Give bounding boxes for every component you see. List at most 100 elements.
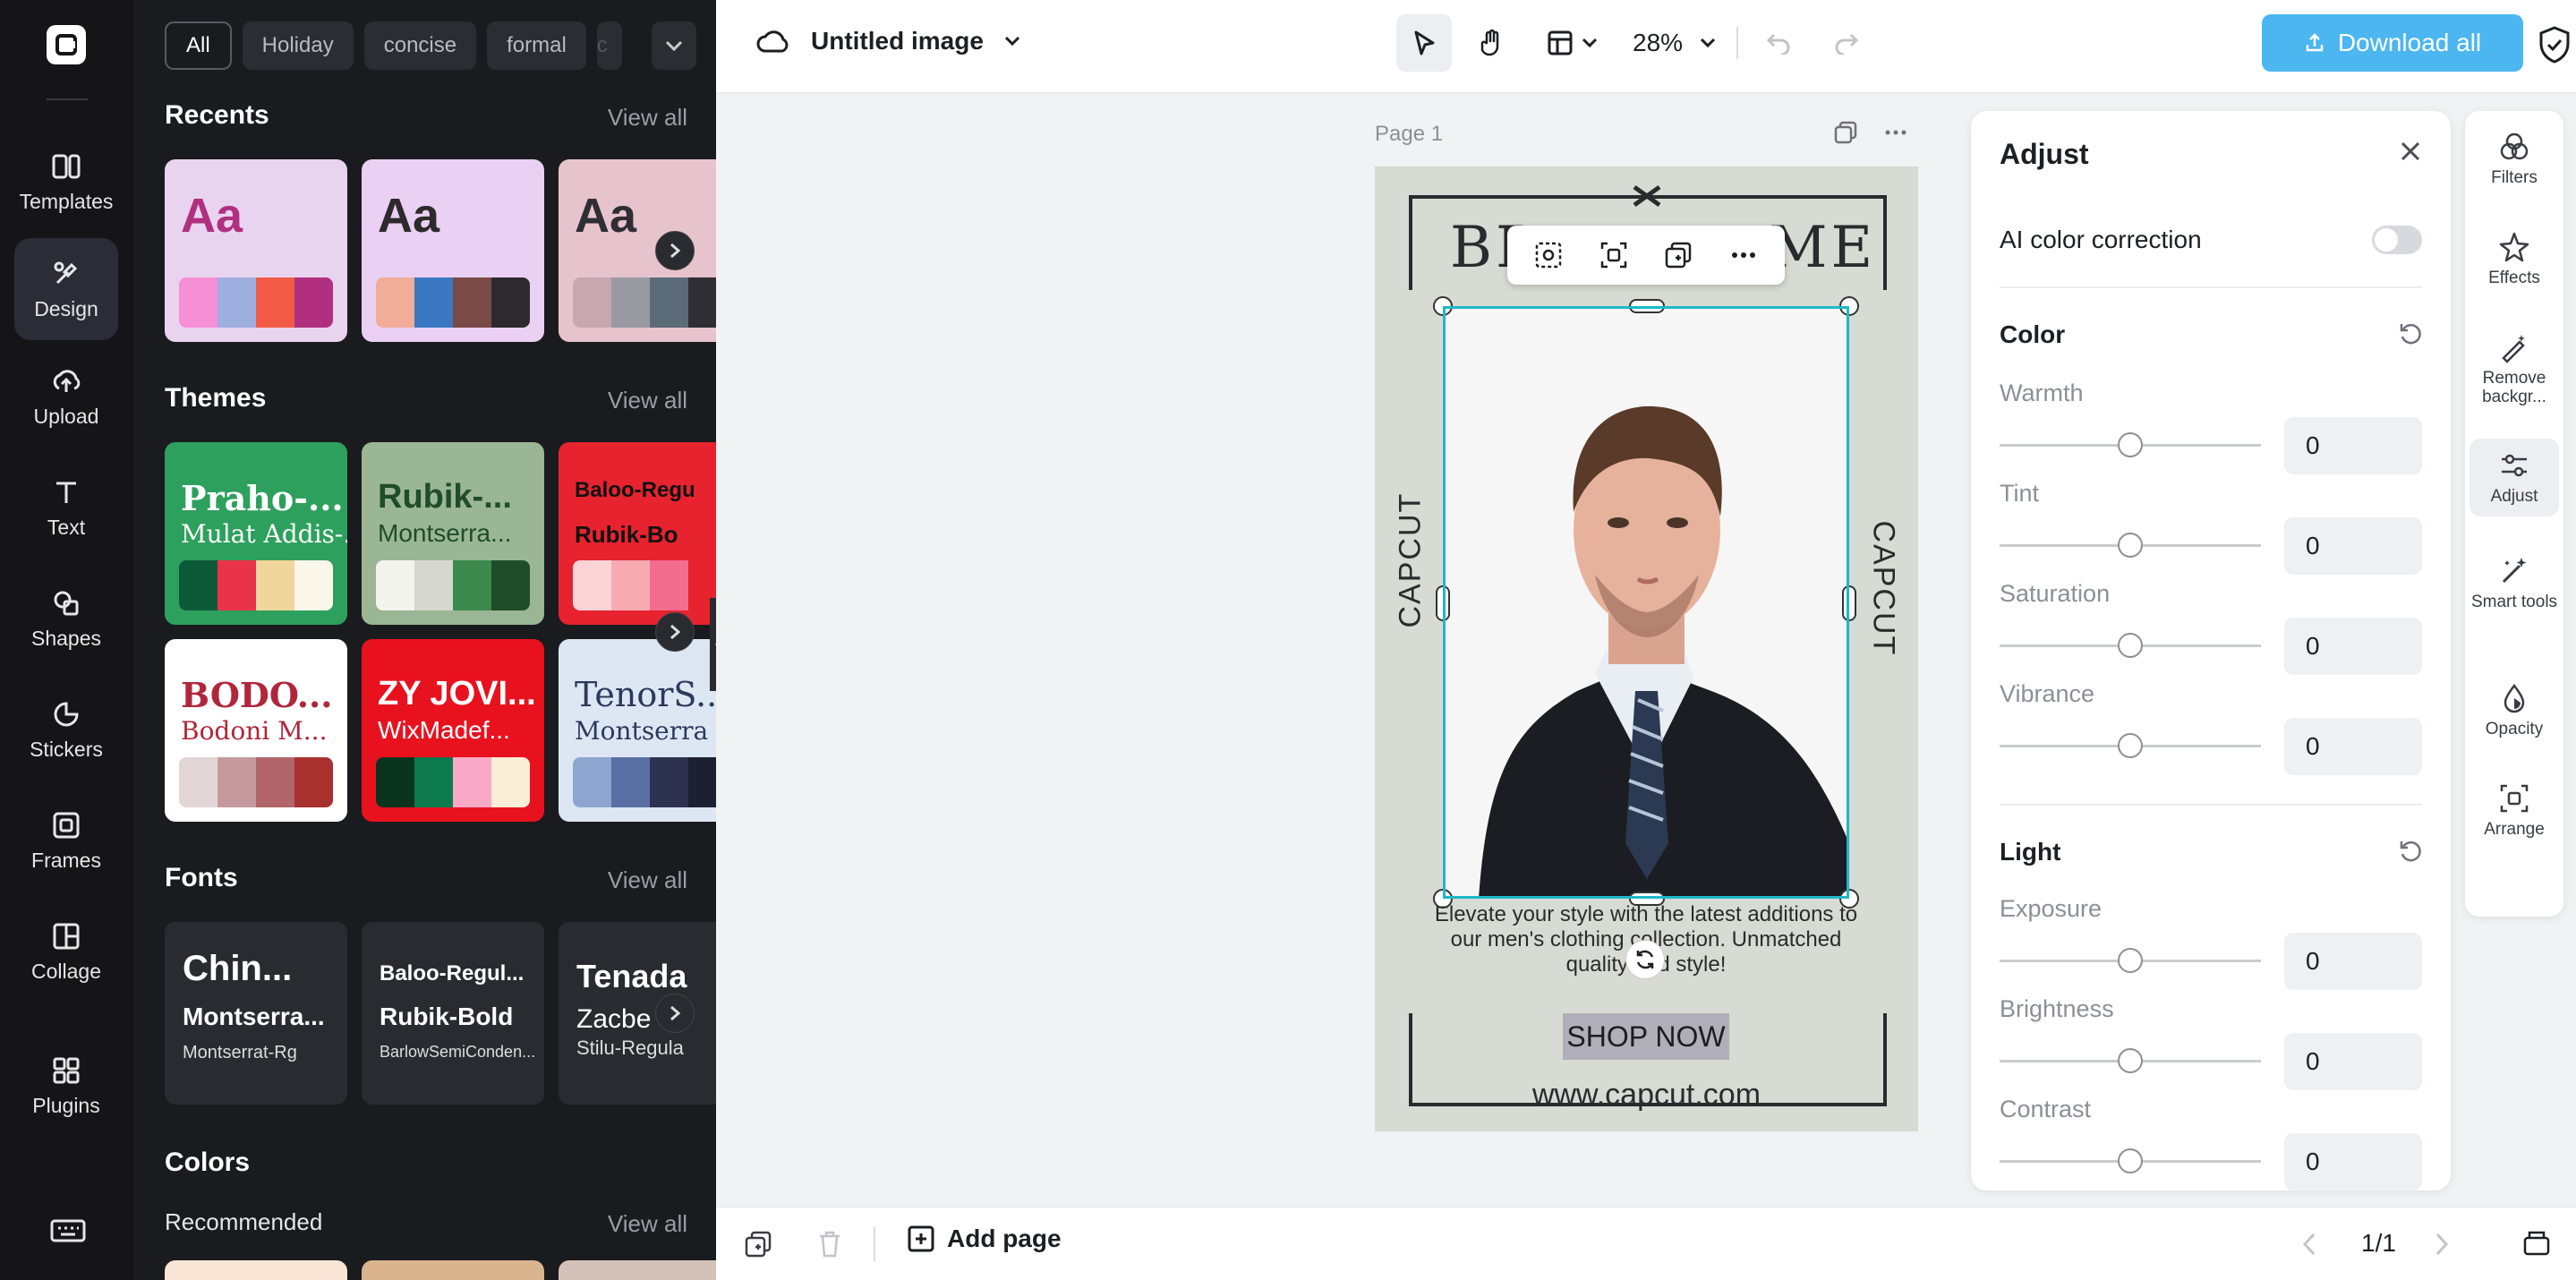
chips-dropdown-button[interactable] xyxy=(652,21,696,70)
recents-next-button[interactable] xyxy=(655,231,695,270)
fonts-next-button[interactable] xyxy=(655,994,695,1033)
recommended-color-card[interactable] xyxy=(165,1260,347,1280)
keyboard-icon[interactable] xyxy=(50,1217,86,1244)
design-page[interactable]: BR ME CAPCUT CAPCUT Elevate your style w… xyxy=(1375,166,1918,1131)
shop-now-text[interactable]: SHOP NOW xyxy=(1563,1013,1729,1060)
themes-view-all[interactable]: View all xyxy=(608,387,687,414)
slider-knob[interactable] xyxy=(2118,733,2143,758)
chip-formal[interactable]: formal xyxy=(487,21,586,70)
slider-value-input[interactable]: 0 xyxy=(2284,1033,2422,1090)
fonts-view-all[interactable]: View all xyxy=(608,866,687,894)
rail-item-shapes[interactable]: Shapes xyxy=(14,567,118,670)
tool-smart-tools[interactable]: Smart tools xyxy=(2469,555,2559,611)
theme-card[interactable]: Praho-...Mulat Addis-... xyxy=(165,442,347,625)
reset-icon[interactable] xyxy=(2397,838,2424,865)
tool-effects[interactable]: Effects xyxy=(2469,231,2559,287)
themes-next-button[interactable] xyxy=(655,612,695,652)
colors-view-all[interactable]: View all xyxy=(608,1210,687,1238)
theme-card[interactable]: Baloo-Regu Rubik-Bo xyxy=(559,442,716,625)
close-icon[interactable] xyxy=(2397,138,2424,165)
trash-icon[interactable] xyxy=(816,1229,843,1259)
more-options-icon[interactable] xyxy=(1728,240,1759,270)
page-manager-icon[interactable] xyxy=(2521,1227,2553,1259)
slider-knob[interactable] xyxy=(2118,533,2143,558)
rail-item-stickers[interactable]: Stickers xyxy=(14,678,118,781)
slider-value-input[interactable]: 0 xyxy=(2284,517,2422,575)
chevron-down-icon[interactable] xyxy=(1003,35,1021,47)
tool-opacity[interactable]: Opacity xyxy=(2469,682,2559,738)
font-card[interactable]: Baloo-Regul... Rubik-Bold BarlowSemiCond… xyxy=(362,922,544,1105)
recent-style-card[interactable]: Aa xyxy=(362,159,544,342)
duplicate-page-icon[interactable] xyxy=(1833,120,1858,145)
slider-value-input[interactable]: 0 xyxy=(2284,718,2422,775)
slider-knob[interactable] xyxy=(2118,1048,2143,1073)
rail-item-design[interactable]: Design xyxy=(14,238,118,340)
side-text-left[interactable]: CAPCUT xyxy=(1394,492,1429,628)
ai-color-correction-toggle[interactable] xyxy=(2372,226,2422,254)
theme-card[interactable]: Rubik-... Montserra... xyxy=(362,442,544,625)
chip-more[interactable]: c xyxy=(596,21,622,70)
slider-knob[interactable] xyxy=(2118,633,2143,658)
recommended-color-card[interactable] xyxy=(362,1260,544,1280)
recent-style-card[interactable]: Aa xyxy=(165,159,347,342)
tool-adjust[interactable]: Adjust xyxy=(2469,439,2559,516)
shield-icon[interactable] xyxy=(2537,25,2572,64)
reset-icon[interactable] xyxy=(2397,320,2424,347)
chip-all[interactable]: All xyxy=(165,21,232,70)
resize-handle-left[interactable] xyxy=(1436,585,1450,621)
slider-knob[interactable] xyxy=(2118,948,2143,973)
more-icon[interactable] xyxy=(1883,120,1908,145)
resize-handle-right[interactable] xyxy=(1842,585,1856,621)
next-page-icon[interactable] xyxy=(2433,1231,2451,1258)
capcut-logo-icon[interactable] xyxy=(47,25,86,64)
website-url-text[interactable]: www.capcut.com xyxy=(1375,1078,1918,1113)
brand-title-right[interactable]: ME xyxy=(1769,215,1876,281)
redo-button[interactable] xyxy=(1819,14,1874,72)
chip-holiday[interactable]: Holiday xyxy=(242,21,354,70)
model-photo[interactable] xyxy=(1443,306,1849,899)
rail-item-text[interactable]: Text xyxy=(14,457,118,559)
adjust-panel: Adjust AI color correction Color Warmth 0… xyxy=(1971,111,2451,1190)
slider-value-input[interactable]: 0 xyxy=(2284,417,2422,474)
layout-dropdown-button[interactable] xyxy=(1532,14,1613,72)
tool-arrange[interactable]: Arrange xyxy=(2469,782,2559,839)
zoom-dropdown[interactable]: 28% xyxy=(1625,29,1724,57)
previous-page-icon[interactable] xyxy=(2300,1231,2318,1258)
recommended-color-card[interactable] xyxy=(559,1260,716,1280)
tool-filters[interactable]: Filters xyxy=(2469,131,2559,187)
resize-handle-top-right[interactable] xyxy=(1839,296,1859,316)
slider-value-input[interactable]: 0 xyxy=(2284,933,2422,990)
slider-value-input[interactable]: 0 xyxy=(2284,618,2422,675)
tool-label: Effects xyxy=(2488,269,2540,287)
rotate-handle[interactable] xyxy=(1625,940,1665,979)
rail-item-upload[interactable]: Upload xyxy=(14,346,118,448)
rail-item-templates[interactable]: Templates xyxy=(14,131,118,233)
cloud-sync-icon[interactable] xyxy=(755,28,791,55)
undo-button[interactable] xyxy=(1751,14,1806,72)
duplicate-icon[interactable] xyxy=(1663,240,1693,270)
recents-view-all[interactable]: View all xyxy=(608,104,687,132)
resize-handle-top[interactable] xyxy=(1629,299,1665,313)
slider-value-input[interactable]: 0 xyxy=(2284,1133,2422,1190)
rail-item-frames[interactable]: Frames xyxy=(14,789,118,892)
add-page-button[interactable]: Add page xyxy=(906,1224,1062,1254)
theme-card[interactable]: TenorS... Montserra xyxy=(559,639,716,822)
select-tool-button[interactable] xyxy=(1396,14,1452,72)
theme-card[interactable]: ZY JOVI... WixMadef... xyxy=(362,639,544,822)
add-layer-icon[interactable] xyxy=(743,1229,773,1259)
chip-concise[interactable]: concise xyxy=(363,21,477,70)
download-all-button[interactable]: Download all xyxy=(2262,14,2523,72)
rail-item-collage[interactable]: Collage xyxy=(14,900,118,1003)
font-card[interactable]: Chin... Montserra... Montserrat-Rg xyxy=(165,922,347,1105)
resize-handle-top-left[interactable] xyxy=(1433,296,1453,316)
hand-tool-button[interactable] xyxy=(1464,14,1520,72)
slider-knob[interactable] xyxy=(2118,432,2143,457)
side-text-right[interactable]: CAPCUT xyxy=(1866,521,1901,657)
theme-card[interactable]: BODO... Bodoni M... xyxy=(165,639,347,822)
rail-item-plugins[interactable]: Plugins xyxy=(14,1035,118,1137)
document-title[interactable]: Untitled image xyxy=(811,27,984,55)
replace-icon[interactable] xyxy=(1599,240,1629,270)
slider-knob[interactable] xyxy=(2118,1148,2143,1173)
tool-remove-background[interactable]: Remove backgr... xyxy=(2469,331,2559,406)
crop-select-icon[interactable] xyxy=(1533,240,1564,270)
